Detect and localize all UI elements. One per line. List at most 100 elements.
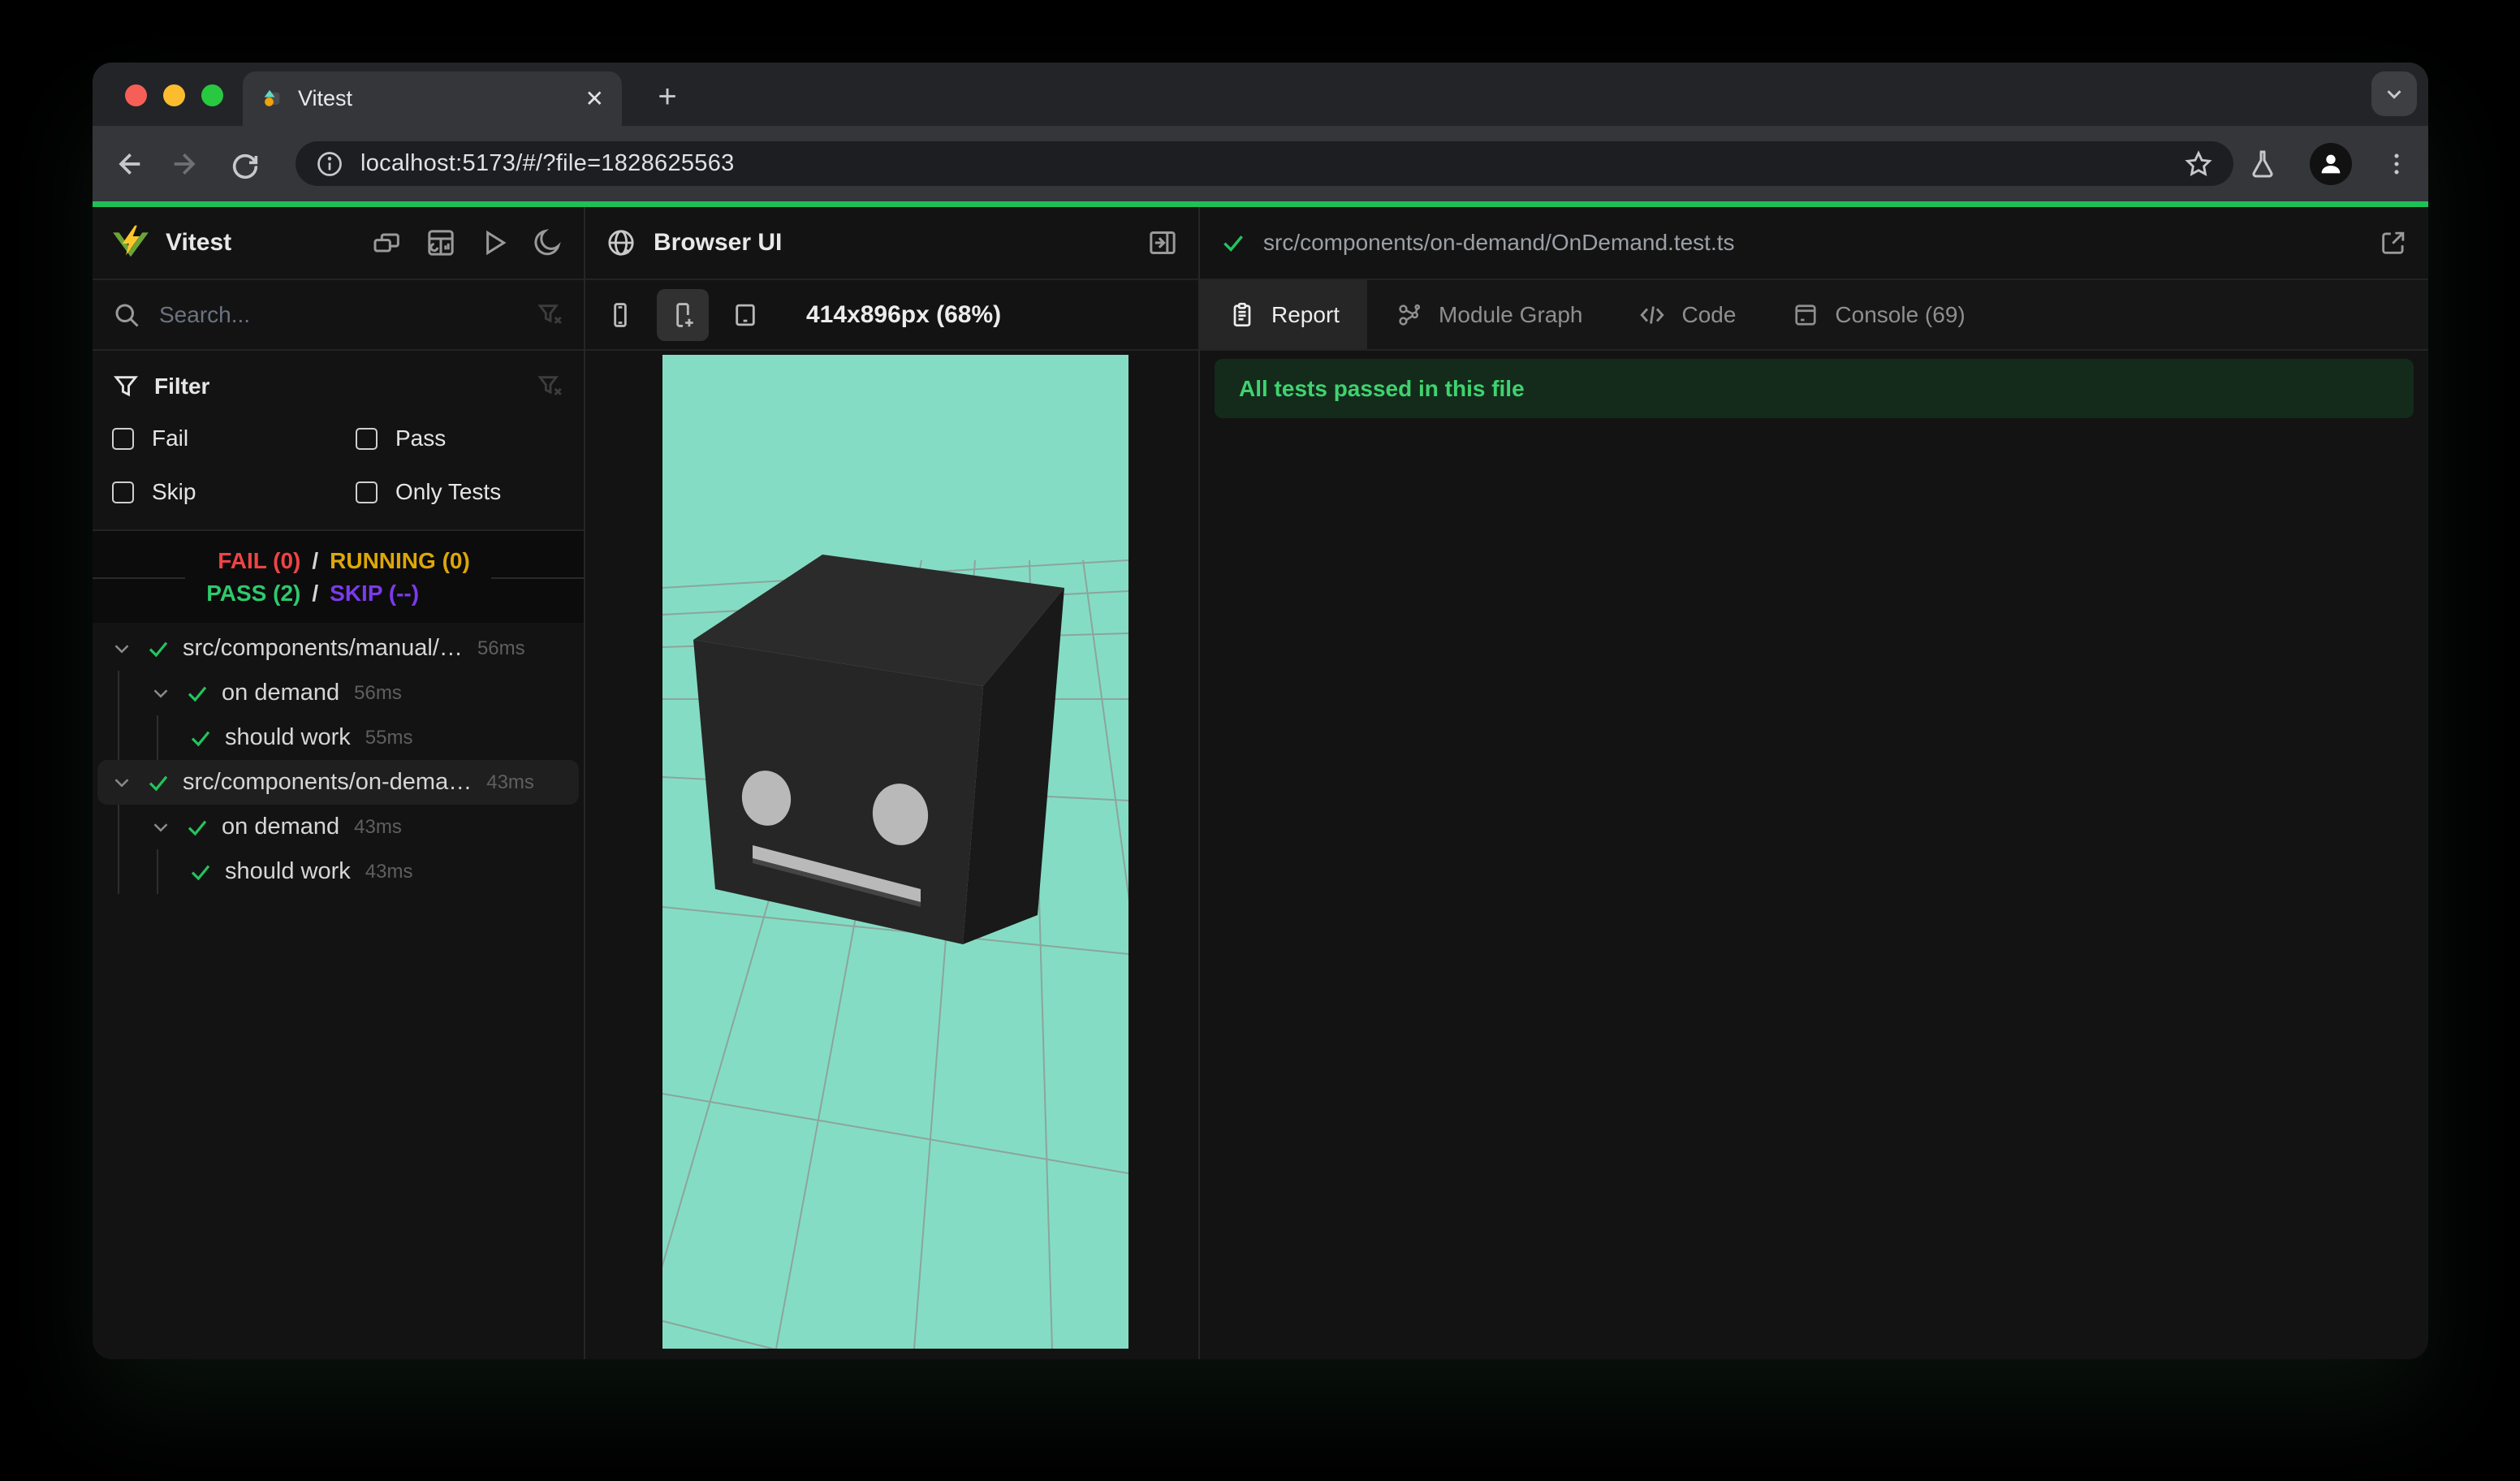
tab-strip: Vitest ✕ + — [93, 63, 2428, 126]
chevron-down-icon[interactable] — [110, 771, 134, 795]
experiments-flask-icon[interactable] — [2246, 148, 2279, 180]
report-icon — [1233, 302, 1251, 326]
reload-button[interactable] — [227, 145, 264, 183]
browser-window: Vitest ✕ + localhost:5173/#/?file=182862… — [93, 63, 2428, 1359]
viewport-size-label: 414x896px (68%) — [806, 300, 1002, 328]
screen: Vitest ✕ + localhost:5173/#/?file=182862… — [0, 0, 2520, 1481]
tree-row-test[interactable]: should work 43ms — [93, 849, 584, 894]
site-info-icon[interactable] — [315, 149, 344, 179]
run-all-button[interactable] — [478, 227, 511, 259]
checkbox-label: Skip — [152, 479, 196, 504]
chevron-down-icon[interactable] — [149, 681, 173, 706]
checkbox[interactable] — [356, 481, 378, 503]
browser-tab[interactable]: Vitest ✕ — [243, 71, 622, 126]
toolbar-right — [2246, 142, 2410, 185]
collapse-windows-button[interactable] — [371, 227, 403, 259]
bookmark-star-icon[interactable] — [2183, 149, 2214, 179]
clear-filter-icon[interactable] — [537, 373, 564, 400]
tab-label: Report — [1271, 301, 1340, 327]
traffic-lights — [125, 84, 223, 106]
chevron-down-icon[interactable] — [149, 815, 173, 840]
check-icon — [188, 859, 214, 885]
sidebar-header: Vitest — [93, 207, 584, 280]
checkbox[interactable] — [356, 427, 378, 450]
indent-guide — [157, 715, 158, 760]
tab-report[interactable]: Report — [1200, 280, 1368, 349]
module-graph-icon — [1399, 304, 1421, 326]
vitest-logo-icon — [112, 224, 149, 261]
minimize-window-button[interactable] — [163, 84, 185, 106]
report-tabs: Report Module Graph Code Console (69) — [1200, 280, 2428, 351]
report-panel: src/components/on-demand/OnDemand.test.t… — [1198, 207, 2428, 1359]
globe-icon — [605, 227, 637, 259]
tab-code[interactable]: Code — [1610, 280, 1763, 349]
tree-row-suite[interactable]: on demand 43ms — [93, 805, 584, 849]
test-viewport[interactable] — [662, 355, 1128, 1349]
suite-label: on demand — [222, 680, 340, 706]
check-icon — [145, 636, 171, 662]
banner-text: All tests passed in this file — [1239, 375, 1525, 401]
tab-console[interactable]: Console (69) — [1763, 280, 1992, 349]
profile-avatar[interactable] — [2310, 142, 2352, 185]
duration: 43ms — [354, 815, 402, 838]
duration: 55ms — [365, 726, 413, 749]
filter-fail-checkbox[interactable]: Fail — [112, 425, 356, 451]
menu-dots-icon[interactable] — [2383, 150, 2410, 178]
funnel-icon — [112, 373, 140, 400]
external-link-icon[interactable] — [2378, 227, 2409, 258]
duration: 43ms — [365, 860, 413, 883]
viewport-toolbar: 414x896px (68%) — [585, 280, 1198, 351]
check-icon — [1219, 229, 1247, 257]
tree-row-test[interactable]: should work 55ms — [93, 715, 584, 760]
dark-mode-moon-icon[interactable] — [532, 227, 564, 259]
search-input[interactable]: Search... — [159, 302, 537, 328]
filter-section: Filter Fail Pass Skip Only Tests — [93, 351, 584, 531]
new-tab-button[interactable]: + — [649, 80, 685, 116]
close-tab-icon[interactable]: ✕ — [585, 87, 604, 110]
back-button[interactable] — [110, 145, 148, 183]
search-row[interactable]: Search... — [93, 280, 584, 351]
tree-row-suite[interactable]: on demand 56ms — [93, 671, 584, 715]
url-text[interactable]: localhost:5173/#/?file=1828625563 — [360, 150, 2183, 177]
test-tree: src/components/manual/… 56ms on demand 5… — [93, 623, 584, 894]
browser-ui-header: Browser UI — [585, 207, 1198, 280]
checkbox-label: Pass — [395, 425, 447, 451]
indent-guide — [157, 849, 158, 894]
device-phone-plus-button[interactable] — [657, 288, 709, 341]
open-side-panel-icon[interactable] — [1146, 227, 1179, 259]
close-window-button[interactable] — [125, 84, 147, 106]
vitest-favicon-icon — [261, 88, 283, 110]
console-icon — [1795, 304, 1817, 326]
person-icon — [2321, 154, 2341, 173]
dashboard-button[interactable] — [425, 227, 457, 259]
all-tests-passed-banner: All tests passed in this file — [1215, 359, 2414, 418]
checkbox[interactable] — [112, 481, 134, 503]
tree-row-file[interactable]: src/components/manual/… 56ms — [93, 626, 584, 671]
checkbox-label: Only Tests — [395, 479, 502, 504]
filter-only-tests-checkbox[interactable]: Only Tests — [356, 479, 564, 505]
device-phone-small-button[interactable] — [605, 300, 636, 330]
address-bar[interactable]: localhost:5173/#/?file=1828625563 — [296, 141, 2233, 186]
forward-button[interactable] — [166, 145, 204, 183]
filter-pass-checkbox[interactable]: Pass — [356, 425, 564, 451]
tab-module-graph[interactable]: Module Graph — [1367, 280, 1610, 349]
filter-title: Filter — [154, 373, 210, 399]
browser-toolbar: localhost:5173/#/?file=1828625563 — [93, 126, 2428, 201]
tab-search-button[interactable] — [2371, 71, 2417, 116]
device-tablet-button[interactable] — [730, 300, 761, 330]
filter-skip-checkbox[interactable]: Skip — [112, 479, 356, 505]
zoom-window-button[interactable] — [201, 84, 223, 106]
clear-filter-icon[interactable] — [537, 301, 564, 329]
test-label: should work — [225, 724, 351, 750]
chevron-down-icon[interactable] — [110, 637, 134, 661]
checkbox[interactable] — [112, 427, 134, 450]
separator: / — [312, 580, 319, 606]
tab-label: Code — [1681, 301, 1737, 327]
indent-guide — [118, 671, 119, 760]
tree-row-file-selected[interactable]: src/components/on-dema… 43ms — [97, 760, 579, 805]
report-header: src/components/on-demand/OnDemand.test.t… — [1200, 207, 2428, 280]
skip-count: SKIP (--) — [330, 580, 420, 606]
check-icon — [145, 770, 171, 796]
test-summary: FAIL (0) / RUNNING (0) PASS (2) / SKIP (… — [93, 531, 584, 623]
test-file-label: src/components/on-dema… — [183, 769, 472, 795]
